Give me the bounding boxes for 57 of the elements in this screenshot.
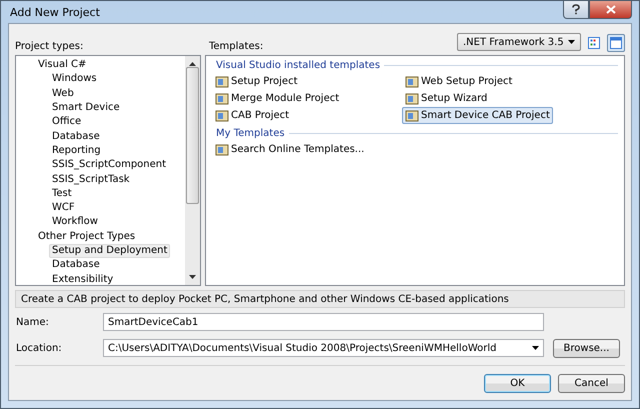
project-icon	[405, 74, 419, 88]
tree-item[interactable]: Database	[49, 258, 103, 272]
large-icons-view-button[interactable]	[585, 34, 603, 52]
group-header: My Templates	[216, 128, 285, 138]
name-field[interactable]: SmartDeviceCab1	[103, 313, 544, 331]
group-header: Visual Studio installed templates	[216, 60, 380, 70]
grid-icon	[588, 37, 600, 49]
scroll-down-icon	[189, 275, 196, 279]
help-icon	[571, 4, 581, 15]
tree-item[interactable]: Windows	[49, 72, 100, 86]
framework-dropdown[interactable]: .NET Framework 3.5	[457, 33, 581, 51]
browse-button[interactable]: Browse...	[553, 338, 620, 358]
location-label: Location:	[15, 342, 63, 354]
template-item[interactable]: Setup Wizard	[402, 90, 490, 107]
dialog-button[interactable]: Cancel	[558, 374, 625, 393]
list-icon	[610, 37, 622, 49]
tree-item[interactable]: Test	[49, 186, 75, 201]
template-item[interactable]: Smart Device CAB Project	[402, 107, 553, 124]
tree-item[interactable]: Visual C#	[35, 58, 90, 72]
project-icon	[215, 108, 229, 122]
scrollbar[interactable]	[185, 56, 200, 285]
tree-item[interactable]: SSIS_ScriptComponent	[49, 158, 170, 172]
description-text: Create a CAB project to deploy Pocket PC, Smartphone and other Windows CE-based applications	[21, 294, 509, 304]
project-icon	[405, 108, 419, 122]
templates-label: Templates:	[209, 41, 264, 54]
scroll-thumb[interactable]	[186, 67, 199, 204]
tree-item[interactable]: Setup and Deployment	[49, 244, 170, 258]
name-label: Name:	[15, 316, 50, 328]
project-icon	[405, 92, 419, 106]
template-item[interactable]: Setup Project	[212, 73, 300, 90]
tree-item[interactable]: Extensibility	[49, 272, 116, 285]
dropdown-arrow-icon	[532, 346, 539, 350]
dialog-button[interactable]: OK	[484, 374, 551, 393]
template-item[interactable]: CAB Project	[212, 107, 292, 124]
tree-item[interactable]: Other Project Types	[35, 230, 138, 244]
tree-item[interactable]: Office	[49, 115, 84, 130]
window-title: Add New Project	[9, 5, 100, 19]
project-types-label: Project types:	[15, 41, 84, 54]
project-icon	[215, 74, 229, 88]
tree-item[interactable]: Workflow	[49, 215, 101, 230]
template-item[interactable]: Merge Module Project	[212, 90, 342, 107]
small-icons-view-button[interactable]	[607, 34, 625, 52]
tree-item[interactable]: Reporting	[49, 144, 104, 158]
close-icon	[606, 5, 616, 14]
location-dropdown[interactable]: C:\Users\ADITYA\Documents\Visual Studio 2008\Projects\SreeniWMHelloWorld	[103, 339, 544, 357]
dropdown-arrow-icon	[568, 40, 575, 44]
project-icon	[215, 92, 229, 106]
help-button[interactable]	[563, 1, 589, 19]
tree-item[interactable]: SSIS_ScriptTask	[49, 172, 133, 187]
close-button[interactable]	[589, 1, 632, 19]
tree-item[interactable]: Database	[49, 130, 103, 144]
tree-item[interactable]: Smart Device	[49, 101, 123, 116]
template-item[interactable]: Search Online Templates...	[212, 141, 368, 158]
tree-item[interactable]: Web	[49, 86, 77, 101]
project-icon	[215, 142, 229, 156]
tree-item[interactable]: WCF	[49, 201, 78, 216]
template-item[interactable]: Web Setup Project	[402, 73, 516, 90]
